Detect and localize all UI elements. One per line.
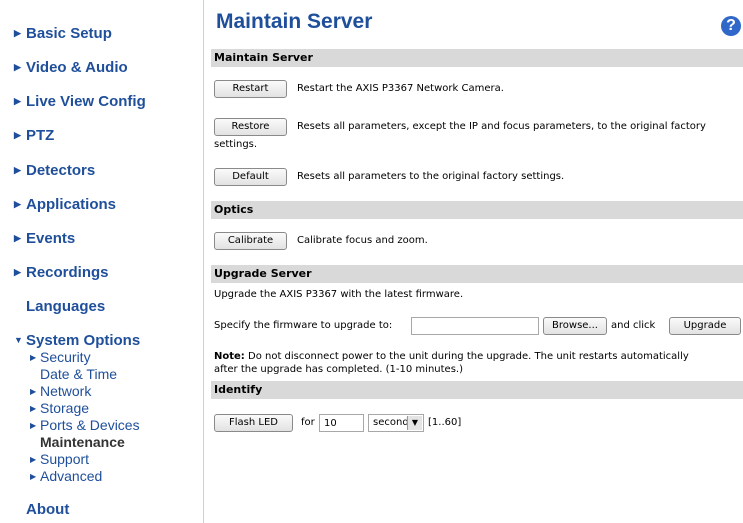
calibrate-description: Calibrate focus and zoom. [297,235,428,246]
nav-recordings[interactable]: ▶ Recordings [14,264,109,281]
caret-right-icon: ▶ [14,267,21,277]
nav-basic-setup[interactable]: ▶ Basic Setup [14,25,112,42]
nav-sub-date-time[interactable]: Date & Time [40,366,117,382]
nav-languages[interactable]: Languages [26,298,105,315]
nav-events[interactable]: ▶ Events [14,230,75,247]
caret-right-icon: ▶ [14,233,21,243]
page-title: Maintain Server [216,10,373,33]
restart-button[interactable]: Restart [214,80,287,98]
nav-sub-maintenance[interactable]: Maintenance [40,434,125,450]
nav-sub-network[interactable]: ▶ Network [30,383,91,400]
caret-right-icon: ▶ [14,130,21,140]
upgrade-note: Note: Do not disconnect power to the uni… [214,351,689,362]
caret-right-icon: ▶ [14,28,21,38]
nav-system-options[interactable]: ▼ System Options [14,332,140,349]
restore-button[interactable]: Restore [214,118,287,136]
restore-description-cont: settings. [214,139,258,150]
help-icon[interactable]: ? [721,16,741,36]
section-header-identify: Identify [211,381,743,399]
caret-right-icon: ▶ [14,165,21,175]
nav-sub-storage[interactable]: ▶ Storage [30,400,89,417]
browse-button[interactable]: Browse... [543,317,607,335]
default-button[interactable]: Default [214,168,287,186]
section-header-maintain: Maintain Server [211,49,743,67]
nav-live-view-config[interactable]: ▶ Live View Config [14,93,146,110]
for-label: for [301,417,315,428]
caret-right-icon: ▶ [30,353,37,362]
caret-right-icon: ▶ [30,387,37,396]
caret-right-icon: ▶ [30,472,37,481]
restore-description: Resets all parameters, except the IP and… [297,121,706,132]
sidebar: ▶ Basic Setup ▶ Video & Audio ▶ Live View C… [0,0,204,523]
nav-sub-security[interactable]: ▶ Security [30,349,91,366]
caret-right-icon: ▶ [14,199,21,209]
section-header-upgrade: Upgrade Server [211,265,743,283]
duration-input[interactable] [319,414,364,432]
caret-right-icon: ▶ [30,421,37,430]
calibrate-button[interactable]: Calibrate [214,232,287,250]
nav-sub-support[interactable]: ▶ Support [30,451,89,468]
nav-sub-ports-devices[interactable]: ▶ Ports & Devices [30,417,140,434]
upgrade-specify-label: Specify the firmware to upgrade to: [214,320,393,331]
nav-video-audio[interactable]: ▶ Video & Audio [14,59,128,76]
and-click-label: and click [611,320,656,331]
duration-range: [1..60] [428,417,462,428]
flash-led-button[interactable]: Flash LED [214,414,293,432]
section-header-optics: Optics [211,201,743,219]
firmware-file-input[interactable] [411,317,539,335]
nav-sub-advanced[interactable]: ▶ Advanced [30,468,102,485]
nav-about[interactable]: About [26,501,69,518]
main-panel: Maintain Server ? Maintain Server Restar… [211,0,743,523]
upgrade-note-cont: after the upgrade has completed. (1-10 m… [214,364,463,375]
upgrade-intro: Upgrade the AXIS P3367 with the latest f… [214,289,464,300]
upgrade-button[interactable]: Upgrade [669,317,741,335]
chevron-down-icon[interactable]: ▼ [407,416,422,430]
caret-right-icon: ▶ [14,62,21,72]
nav-ptz[interactable]: ▶ PTZ [14,127,54,144]
caret-right-icon: ▶ [14,96,21,106]
caret-right-icon: ▶ [30,455,37,464]
caret-right-icon: ▶ [30,404,37,413]
caret-down-icon: ▼ [14,335,23,345]
nav-detectors[interactable]: ▶ Detectors [14,162,95,179]
nav-applications[interactable]: ▶ Applications [14,196,116,213]
duration-unit-select[interactable]: seconds ▼ [368,414,424,432]
default-description: Resets all parameters to the original fa… [297,171,565,182]
restart-description: Restart the AXIS P3367 Network Camera. [297,83,504,94]
